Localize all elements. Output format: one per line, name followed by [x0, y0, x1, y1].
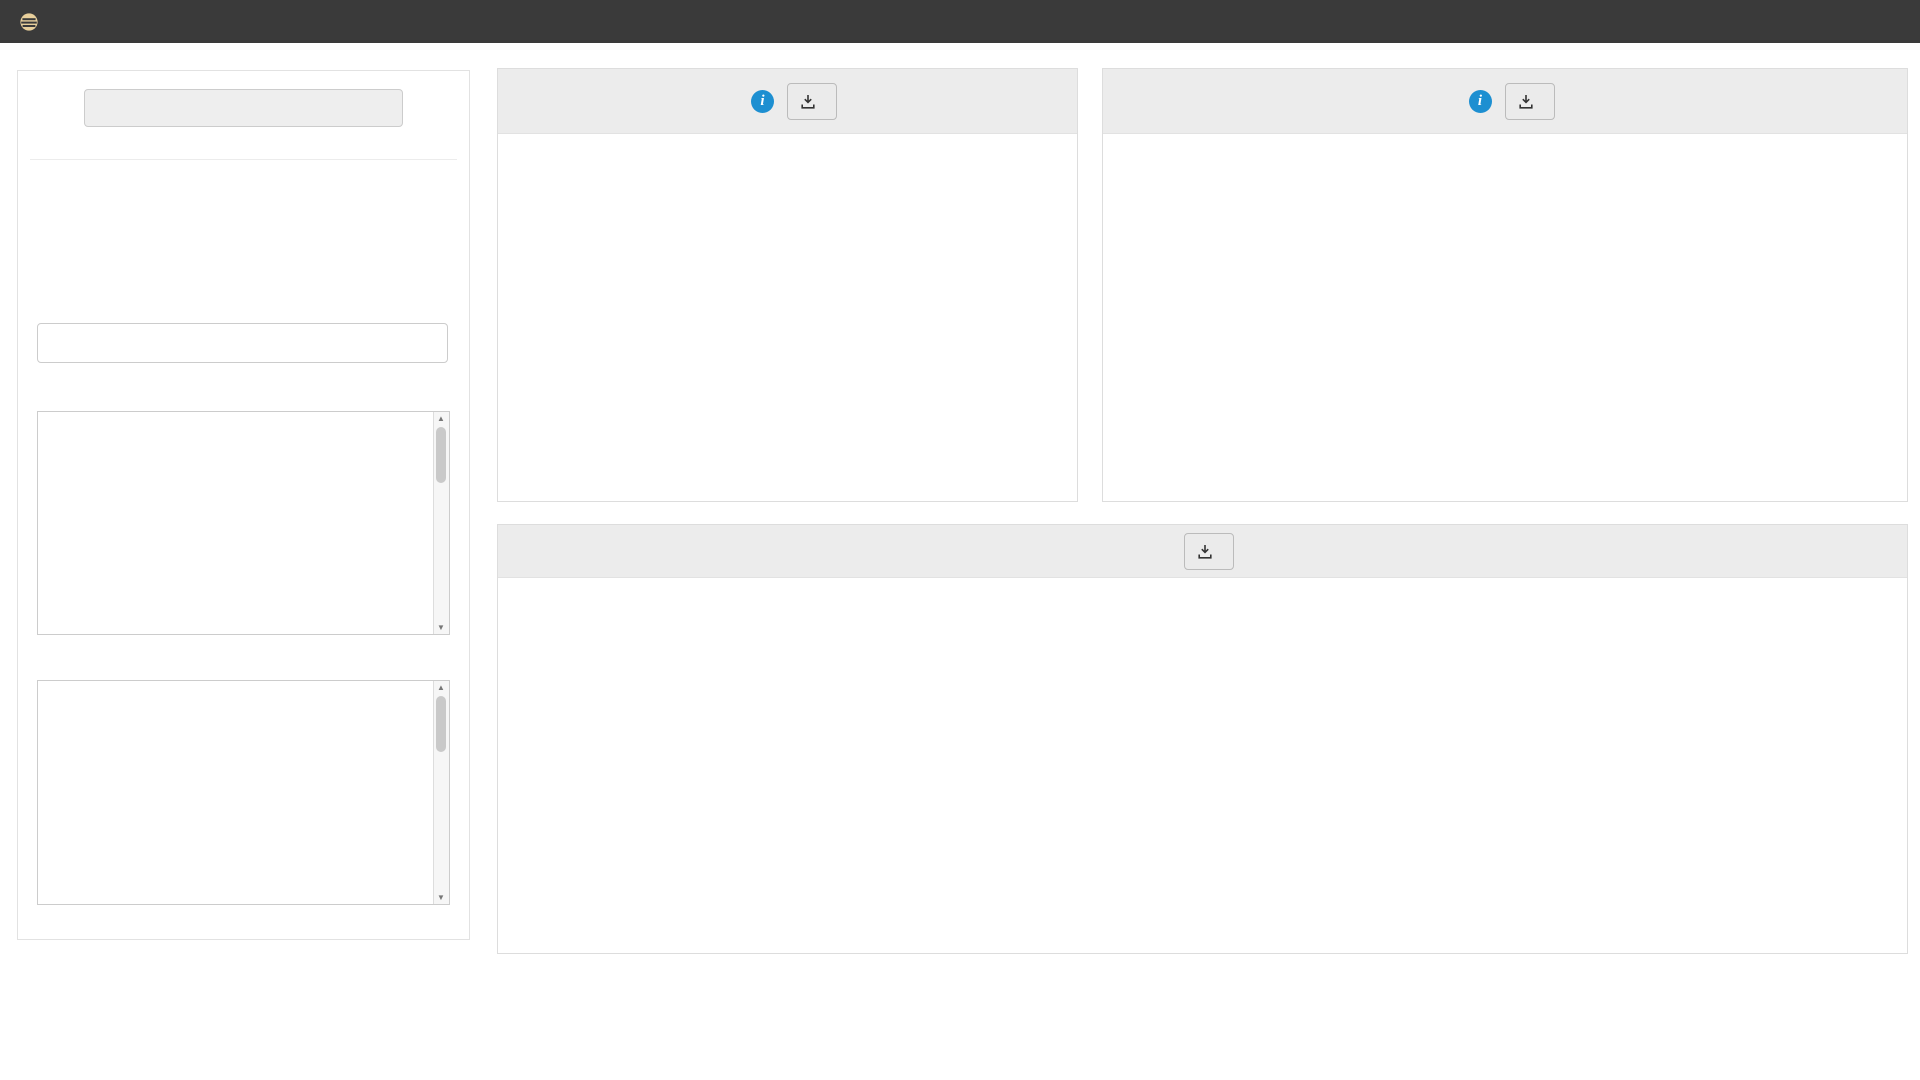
percent-content-boxplot-chart — [1198, 641, 1898, 951]
download-icon — [801, 94, 815, 109]
secretion-results-panel: i — [1102, 68, 1908, 502]
results-facet-boxplot-chart — [1103, 134, 1905, 500]
download-icon — [1198, 544, 1212, 559]
results-panel-header: i — [1103, 69, 1907, 134]
reference-violin-chart — [498, 134, 1075, 500]
scroll-up-icon[interactable]: ▲ — [434, 412, 448, 425]
scrollbar-thumb[interactable] — [436, 427, 446, 483]
scroll-down-icon[interactable]: ▼ — [434, 891, 448, 904]
show-issues-button[interactable] — [84, 89, 403, 127]
sidebar: ▲ ▼ ▲ ▼ — [17, 70, 470, 940]
scroll-down-icon[interactable]: ▼ — [434, 621, 448, 634]
reference-panel-header: i — [498, 69, 1077, 134]
available-experiments-listbox[interactable]: ▲ ▼ — [37, 680, 450, 905]
info-icon[interactable]: i — [1469, 90, 1492, 113]
scroll-up-icon[interactable]: ▲ — [434, 681, 448, 694]
reference-distribution-panel: i — [497, 68, 1078, 502]
reference-download-button[interactable] — [787, 83, 837, 120]
insane-logo-icon — [19, 12, 39, 32]
app-brand — [0, 0, 67, 43]
sidebar-divider — [30, 159, 457, 160]
experiments-scrollbar[interactable]: ▲ ▼ — [433, 681, 449, 904]
secretion-panel-header — [498, 525, 1907, 578]
insulin-secretion-panel — [497, 524, 1908, 954]
files-scrollbar[interactable]: ▲ ▼ — [433, 412, 449, 634]
results-download-button[interactable] — [1505, 83, 1555, 120]
secretion-download-button[interactable] — [1184, 533, 1234, 570]
download-icon — [1519, 94, 1533, 109]
available-files-listbox[interactable]: ▲ ▼ — [37, 411, 450, 635]
info-icon[interactable]: i — [751, 90, 774, 113]
threshold-input[interactable] — [37, 323, 448, 363]
scrollbar-thumb[interactable] — [436, 696, 446, 752]
navbar — [0, 0, 1920, 43]
optical-density-boxplot-chart — [511, 641, 1211, 951]
